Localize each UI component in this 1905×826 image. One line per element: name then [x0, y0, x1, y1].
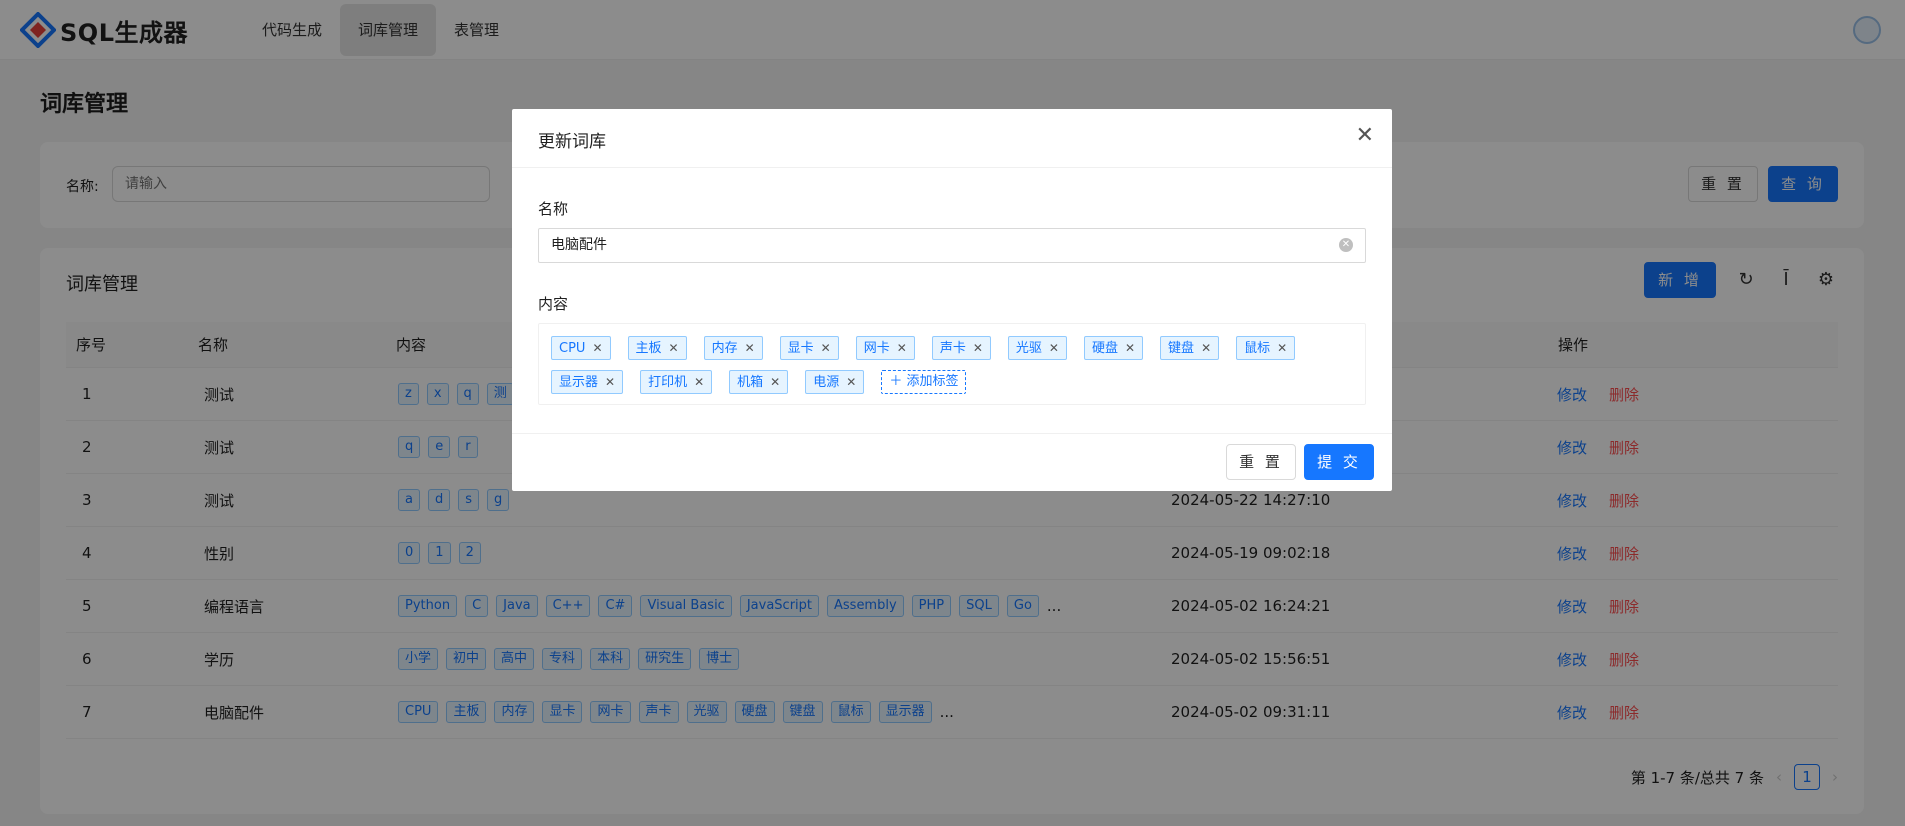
tag-row: 显示器 ✕ 打印机 ✕ 机箱 ✕ 电源 ✕ ＋ 添加标签	[551, 370, 1365, 394]
modal-reset-button[interactable]: 重 置	[1226, 444, 1296, 480]
editable-tag[interactable]: 打印机 ✕	[640, 370, 713, 394]
editable-tag[interactable]: 显示器 ✕	[551, 370, 624, 394]
add-tag-label: 添加标签	[906, 374, 959, 389]
editable-tag[interactable]: 键盘 ✕	[1160, 336, 1220, 360]
tag-close-icon[interactable]: ✕	[770, 375, 780, 389]
editable-tag[interactable]: 内存 ✕	[703, 336, 763, 360]
tag-close-icon[interactable]: ✕	[821, 341, 831, 355]
plus-icon: ＋	[889, 374, 907, 389]
tag-row: CPU ✕ 主板 ✕ 内存 ✕ 显卡 ✕ 网卡 ✕ 声卡 ✕ 光驱 ✕ 硬盘 ✕ 键盘 ✕ 鼠标 ✕	[551, 336, 1365, 360]
name-field-value: 电脑配件	[551, 237, 607, 253]
add-tag-button[interactable]: ＋ 添加标签	[881, 370, 967, 394]
editable-tag[interactable]: 网卡 ✕	[855, 336, 915, 360]
editable-tag[interactable]: 声卡 ✕	[931, 336, 991, 360]
tag-label: CPU	[559, 341, 586, 356]
tag-label: 内存	[711, 341, 738, 356]
editable-tag[interactable]: CPU ✕	[551, 336, 611, 360]
tag-label: 显卡	[787, 341, 814, 356]
tag-label: 显示器	[559, 375, 599, 390]
tag-close-icon[interactable]: ✕	[1125, 341, 1135, 355]
tag-close-icon[interactable]: ✕	[694, 375, 704, 389]
modal-footer: 重 置 提 交	[512, 433, 1392, 491]
tag-label: 电源	[813, 375, 840, 390]
close-icon[interactable]: ✕	[1356, 123, 1374, 148]
tag-close-icon[interactable]: ✕	[1277, 341, 1287, 355]
tag-close-icon[interactable]: ✕	[605, 375, 615, 389]
name-field[interactable]: 电脑配件 ✕	[538, 228, 1366, 263]
editable-tag[interactable]: 主板 ✕	[627, 336, 687, 360]
tag-close-icon[interactable]: ✕	[669, 341, 679, 355]
editable-tag[interactable]: 电源 ✕	[805, 370, 865, 394]
name-field-label: 名称	[538, 200, 569, 218]
editable-tag[interactable]: 鼠标 ✕	[1236, 336, 1296, 360]
tag-close-icon[interactable]: ✕	[897, 341, 907, 355]
tag-label: 键盘	[1168, 341, 1195, 356]
tag-close-icon[interactable]: ✕	[592, 341, 602, 355]
modal-title: 更新词库	[538, 132, 606, 152]
tag-label: 声卡	[939, 341, 966, 356]
tag-close-icon[interactable]: ✕	[973, 341, 983, 355]
tag-editor: CPU ✕ 主板 ✕ 内存 ✕ 显卡 ✕ 网卡 ✕ 声卡 ✕ 光驱 ✕ 硬盘 ✕ 键盘 ✕ 鼠标 ✕ 显示器 ✕ 打印机 ✕…	[538, 323, 1366, 405]
tag-close-icon[interactable]: ✕	[846, 375, 856, 389]
editable-tag[interactable]: 机箱 ✕	[729, 370, 789, 394]
clear-icon[interactable]: ✕	[1339, 238, 1353, 252]
content-field-label: 内容	[538, 295, 569, 313]
editable-tag[interactable]: 硬盘 ✕	[1083, 336, 1144, 360]
tag-close-icon[interactable]: ✕	[1201, 341, 1211, 355]
modal-header: 更新词库 ✕	[512, 109, 1392, 168]
tag-close-icon[interactable]: ✕	[1049, 341, 1059, 355]
tag-label: 网卡	[863, 341, 890, 356]
editable-tag[interactable]: 显卡 ✕	[779, 336, 839, 360]
tag-label: 机箱	[737, 375, 764, 390]
tag-label: 鼠标	[1244, 341, 1271, 356]
modal-submit-button[interactable]: 提 交	[1304, 444, 1374, 480]
tag-label: 打印机	[648, 375, 688, 390]
update-dict-modal: 更新词库 ✕ 名称 电脑配件 ✕ 内容 CPU ✕ 主板 ✕ 内存 ✕ 显卡 ✕ 网卡 ✕ 声卡 ✕ 光…	[512, 109, 1392, 491]
tag-close-icon[interactable]: ✕	[745, 341, 755, 355]
tag-label: 主板	[635, 341, 662, 356]
tag-label: 光驱	[1015, 341, 1042, 356]
tag-label: 硬盘	[1091, 341, 1118, 356]
editable-tag[interactable]: 光驱 ✕	[1007, 336, 1067, 360]
